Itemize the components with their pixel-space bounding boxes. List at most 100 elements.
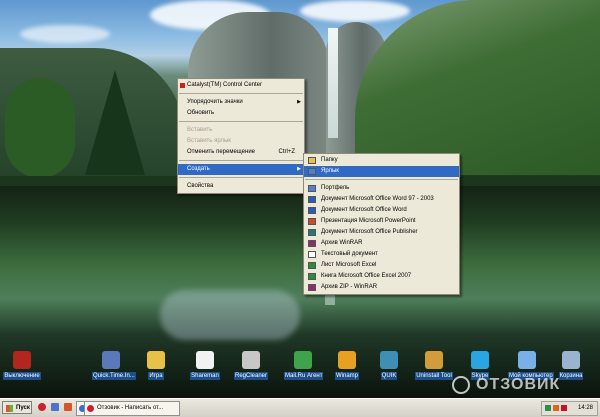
otzovik-watermark: ОТЗОВИК [448,375,596,397]
box-icon [102,351,120,369]
computer-icon [518,351,536,369]
antivirus-icon[interactable] [561,405,567,411]
submenu-item-label: Презентация Microsoft PowerPoint [321,218,416,224]
submenu-item-label: Лист Microsoft Excel [321,262,377,268]
menu-separator [179,177,303,179]
menu-item-shortcut: Ctrl+Z [278,149,296,155]
submenu-item-label: Папку [321,157,338,163]
submenu-item[interactable]: Архив ZIP - WinRAR [304,282,459,293]
context-menu-item[interactable]: Упорядочить значки ▶ [178,97,304,108]
context-menu-item[interactable]: Создать ▶ [178,164,304,175]
context-menu-item[interactable]: Обновить [178,108,304,119]
submenu-item[interactable]: Книга Microsoft Office Excel 2007 [304,271,459,282]
folder-icon [147,351,165,369]
desktop[interactable]: Выключение Quick.Time.In... Игра Shareman Re… [0,0,600,398]
menu-item-label: Упорядочить значки [187,99,243,105]
cleaner-icon [242,351,260,369]
briefcase-icon [308,185,316,192]
menu-item-label: Отменить перемещение [187,149,256,155]
wallpaper-tree [5,78,75,178]
submenu-item[interactable]: Текстовый документ [304,249,459,260]
wallpaper-waterfall [328,28,338,138]
desktop-icon-label: Игра [148,372,164,380]
system-tray: 14:28 [541,401,598,416]
recycle-bin-icon [562,351,580,369]
desktop-icon[interactable]: Mail.Ru Агент [284,351,324,380]
menu-item-label: Вставить [187,127,213,133]
menu-separator [305,179,458,181]
excel-icon [308,262,316,269]
desktop-icon-label: Quick.Time.In... [92,372,136,380]
excel-icon [308,273,316,280]
menu-item-label: Обновить [187,110,215,116]
context-menu-item[interactable]: Catalyst(TM) Control Center [178,80,304,91]
submenu-item-label: Документ Microsoft Office Word [321,207,407,213]
winamp-icon [338,351,356,369]
clock[interactable]: 14:28 [578,402,593,415]
taskbar-window-button[interactable]: Отзовик - Написать от... [84,401,180,416]
wallpaper-tree [85,70,145,175]
desktop-icon-label: Mail.Ru Агент [284,372,324,380]
menu-separator [179,121,303,123]
start-button[interactable]: Пуск [2,401,32,414]
submenu-item[interactable]: Портфель [304,183,459,194]
desktop-icon[interactable]: QUIK [370,351,408,380]
submenu-item-label: Архив ZIP - WinRAR [321,284,378,290]
wallpaper-cloud [20,25,110,43]
watermark-text: ОТЗОВИК [476,376,561,393]
desktop-icon[interactable]: RegCleaner [232,351,270,380]
desktop-icon[interactable]: Winamp [328,351,366,380]
winrar-archive-icon [308,240,316,247]
taskbar-window-label: Отзовик - Написать от... [97,405,164,411]
desktop-icon[interactable]: Shareman [186,351,224,380]
submenu-item[interactable]: Архив WinRAR [304,238,459,249]
desktop-icon-label: QUIK [380,372,398,380]
quik-icon [380,351,398,369]
submenu-item[interactable]: Документ Microsoft Office Publisher [304,227,459,238]
submenu-item-label: Ярлык [321,168,339,174]
context-menu-item[interactable]: Отменить перемещение Ctrl+Z [178,147,304,158]
context-menu-item: Вставить ярлык [178,136,304,147]
submenu-item-label: Текстовый документ [321,251,378,257]
word-document-icon [308,207,316,214]
menu-item-label: Свойства [187,183,214,189]
desktop-icon[interactable]: Игра [137,351,175,380]
desktop-icon-label: Winamp [334,372,359,380]
desktop-icon-label: Выключение [3,372,41,380]
desktop-icon[interactable]: Выключение [3,351,41,380]
catalyst-icon [180,83,185,88]
submenu-item[interactable]: Ярлык [304,166,459,177]
power-icon [13,351,31,369]
desktop-icon-label: Shareman [190,372,220,380]
watermark-logo-icon [452,376,470,394]
create-submenu: Папку Ярлык Портфель Документ Microsoft Off… [303,153,460,295]
media-icon[interactable] [64,403,72,411]
submenu-item[interactable]: Документ Microsoft Office Word 97 - 2003 [304,194,459,205]
menu-separator [179,160,303,162]
taskbar: Пуск Отзовик - Написать от... 14:28 [0,398,600,417]
network-icon[interactable] [545,405,551,411]
submenu-item[interactable]: Презентация Microsoft PowerPoint [304,216,459,227]
submenu-item[interactable]: Папку [304,155,459,166]
volume-icon[interactable] [553,405,559,411]
submenu-arrow-icon: ▶ [297,166,301,172]
context-menu-item[interactable]: Свойства [178,181,304,192]
zip-archive-icon [308,284,316,291]
menu-separator [179,93,303,95]
menu-item-label: Вставить ярлык [187,138,231,144]
submenu-item[interactable]: Лист Microsoft Excel [304,260,459,271]
shortcut-icon [308,168,316,175]
powerpoint-icon [308,218,316,225]
submenu-item-label: Архив WinRAR [321,240,363,246]
folder-icon [308,157,316,164]
publisher-icon [308,229,316,236]
text-document-icon [308,251,316,258]
submenu-item-label: Документ Microsoft Office Publisher [321,229,418,235]
menu-item-label: Catalyst(TM) Control Center [187,82,263,88]
submenu-item[interactable]: Документ Microsoft Office Word [304,205,459,216]
desktop-icon[interactable]: Quick.Time.In... [92,351,136,380]
opera-icon[interactable] [38,403,46,411]
submenu-item-label: Портфель [321,185,350,191]
wallpaper-cloud [300,0,410,22]
show-desktop-icon[interactable] [51,403,59,411]
